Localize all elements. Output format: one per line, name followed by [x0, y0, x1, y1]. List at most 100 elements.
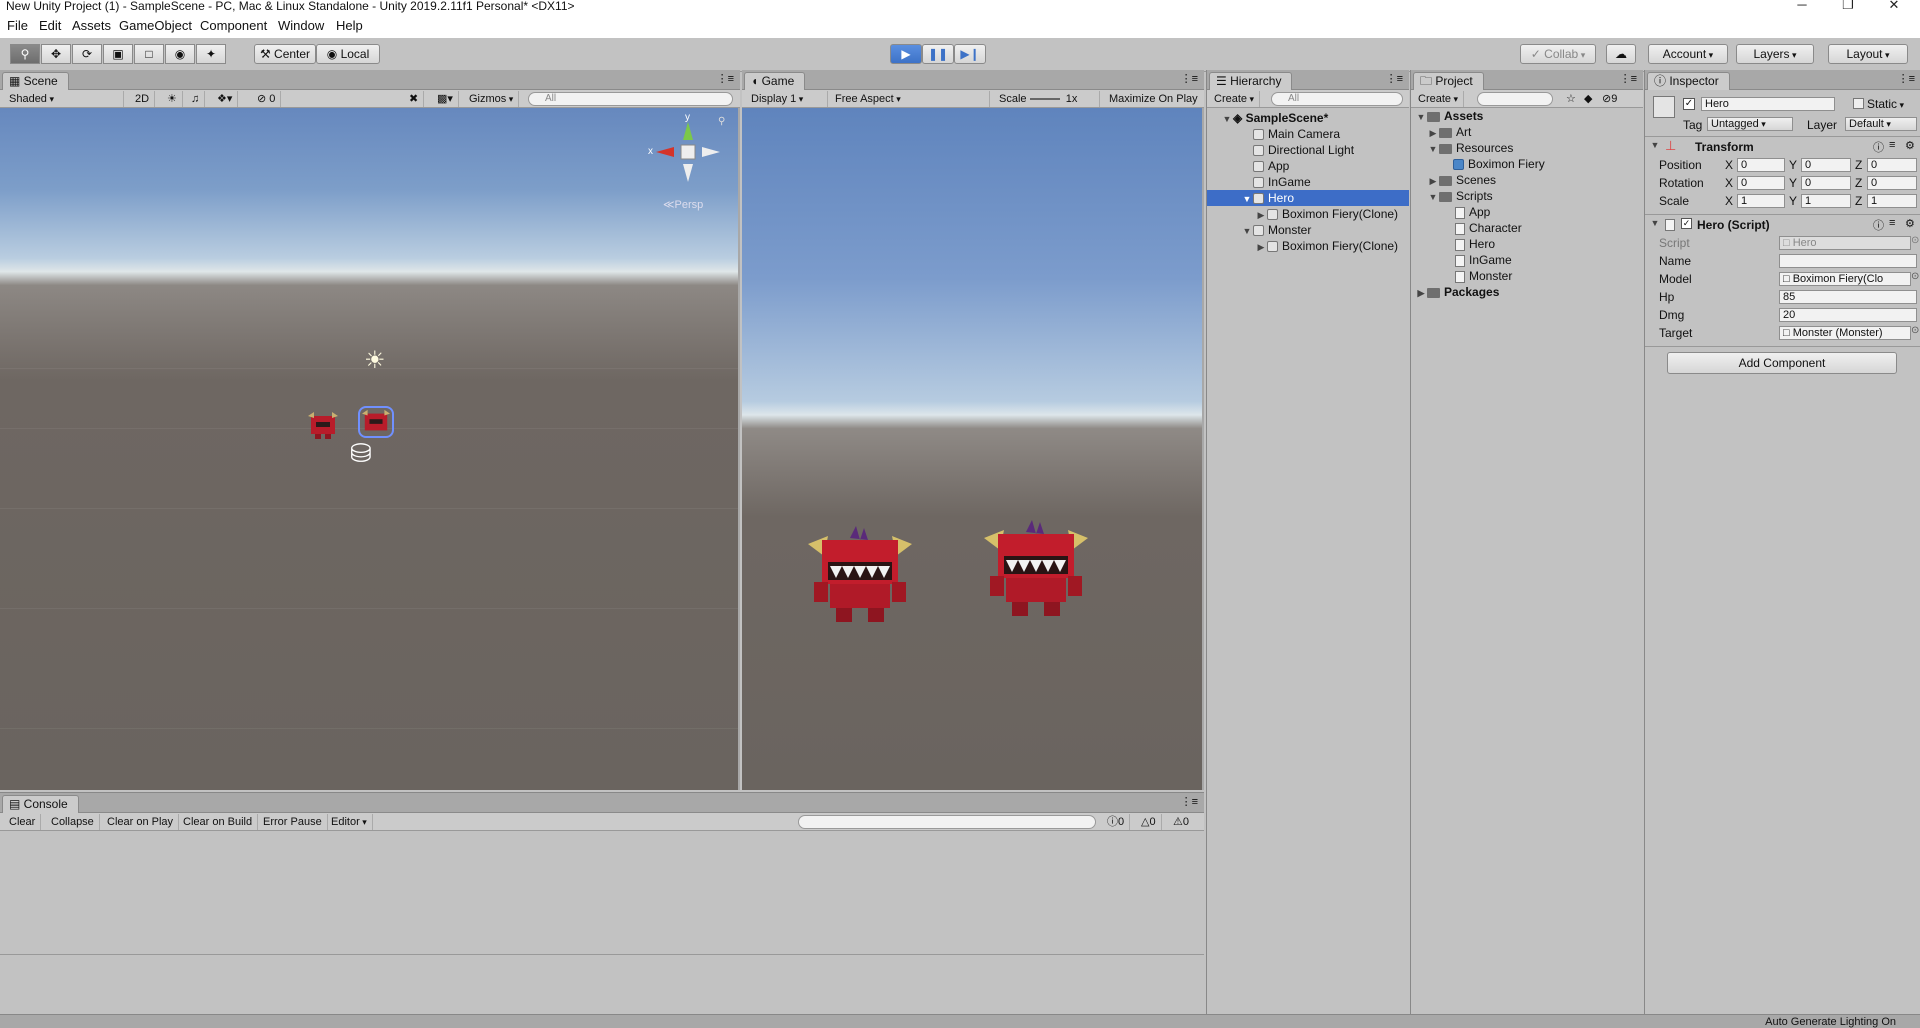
2d-toggle[interactable]: 2D [130, 91, 156, 107]
tab-scene[interactable]: ▦ Scene [2, 72, 69, 90]
tab-game[interactable]: ◖ Game [744, 72, 806, 90]
panel-menu-icon[interactable]: ⋮≡ [1620, 72, 1637, 85]
scale-z-field[interactable]: 1 [1867, 194, 1917, 208]
gear-icon[interactable]: ⚙ [1905, 139, 1915, 152]
move-tool-icon[interactable]: ✥ [41, 44, 71, 64]
list-item[interactable]: Boximon Fiery [1411, 156, 1643, 172]
gear-icon[interactable]: ⚙ [1905, 217, 1915, 230]
hierarchy-search-input[interactable]: All [1271, 92, 1403, 106]
audio-toggle-icon[interactable]: ♫ [186, 91, 206, 107]
monster-scene-object[interactable] [306, 410, 340, 440]
list-item[interactable]: InGame [1207, 174, 1409, 190]
console-search-input[interactable] [798, 815, 1096, 829]
hidden-objects-counter[interactable]: ⊘ 0 [252, 91, 282, 107]
hidden-packages-counter[interactable]: ⊘9 [1597, 91, 1622, 107]
add-component-button[interactable]: Add Component [1667, 352, 1897, 374]
panel-menu-icon[interactable]: ⋮≡ [1386, 72, 1403, 85]
object-name-input[interactable]: Hero [1701, 97, 1835, 111]
account-dropdown[interactable]: Account [1648, 44, 1728, 64]
rotation-z-field[interactable]: 0 [1867, 176, 1917, 190]
panel-menu-icon[interactable]: ⋮≡ [717, 72, 734, 85]
scene-search-input[interactable]: All [528, 92, 733, 106]
pivot-local-toggle[interactable]: ◉ Local [316, 44, 380, 64]
close-button[interactable]: ✕ [1872, 0, 1916, 12]
model-field[interactable]: □ Boximon Fiery(Clo [1779, 272, 1911, 286]
tab-hierarchy[interactable]: ☰ Hierarchy [1209, 72, 1293, 90]
position-x-field[interactable]: 0 [1737, 158, 1785, 172]
panel-menu-icon[interactable]: ⋮≡ [1898, 72, 1915, 85]
list-item[interactable]: InGame [1411, 252, 1643, 268]
hierarchy-create-dropdown[interactable]: Create [1209, 91, 1261, 107]
menu-window[interactable]: Window [278, 18, 324, 33]
cloud-icon[interactable]: ☁ [1606, 44, 1636, 64]
scene-root[interactable]: ▼ ◈ SampleScene* [1207, 110, 1409, 126]
tools-icon[interactable]: ✖ [404, 91, 425, 107]
warning-count-toggle[interactable]: △0 [1136, 814, 1162, 830]
hand-tool-icon[interactable]: ⚲ [10, 44, 40, 64]
console-detail-area[interactable] [0, 957, 1204, 1015]
list-item[interactable]: ▶ Boximon Fiery(Clone) [1207, 206, 1409, 222]
active-checkbox[interactable]: ✓ [1683, 98, 1695, 110]
clear-on-build-button[interactable]: Clear on Build [178, 814, 259, 830]
object-picker-icon[interactable]: ⊙ [1911, 235, 1919, 246]
preset-icon[interactable]: ≡ [1889, 139, 1895, 151]
lighting-toggle-icon[interactable]: ☀ [162, 91, 183, 107]
list-item[interactable]: ▶ Packages [1411, 284, 1643, 300]
lock-icon[interactable]: ⚲ [718, 116, 725, 127]
effects-dropdown-icon[interactable]: ❖▾ [212, 91, 239, 107]
list-item[interactable]: App [1207, 158, 1409, 174]
directional-light-icon[interactable]: ☀ [364, 346, 386, 375]
transform-header[interactable]: ▼ ⊥ Transform ⓘ ≡ ⚙ [1645, 138, 1920, 156]
menu-gameobject[interactable]: GameObject [119, 18, 192, 33]
rotate-tool-icon[interactable]: ⟳ [72, 44, 102, 64]
menu-file[interactable]: File [7, 18, 28, 33]
aspect-dropdown[interactable]: Free Aspect [830, 91, 990, 107]
pause-button[interactable]: ❚❚ [922, 44, 954, 64]
tab-inspector[interactable]: ⓘ Inspector [1647, 72, 1730, 90]
tab-project[interactable]: 🗀 Project [1413, 72, 1484, 90]
list-item[interactable]: ▶ Boximon Fiery(Clone) [1207, 238, 1409, 254]
list-item[interactable]: Directional Light [1207, 142, 1409, 158]
component-enabled-checkbox[interactable]: ✓ [1681, 218, 1692, 229]
console-log-list[interactable] [0, 831, 1204, 955]
scale-slider[interactable]: Scale 1x [994, 91, 1100, 107]
gizmos-dropdown[interactable]: Gizmos [464, 91, 520, 107]
list-item[interactable]: Monster [1411, 268, 1643, 284]
info-count-toggle[interactable]: ⓘ0 [1102, 814, 1131, 830]
menu-help[interactable]: Help [336, 18, 363, 33]
menu-assets[interactable]: Assets [72, 18, 111, 33]
camera-dropdown-icon[interactable]: ▩▾ [432, 91, 459, 107]
rect-tool-icon[interactable]: □ [134, 44, 164, 64]
list-item[interactable]: Character [1411, 220, 1643, 236]
panel-menu-icon[interactable]: ⋮≡ [1181, 795, 1198, 808]
orientation-gizmo[interactable]: y x [648, 112, 724, 188]
error-pause-button[interactable]: Error Pause [258, 814, 328, 830]
clear-on-play-button[interactable]: Clear on Play [102, 814, 180, 830]
display-dropdown[interactable]: Display 1 [746, 91, 828, 107]
layers-dropdown[interactable]: Layers [1736, 44, 1814, 64]
name-field[interactable] [1779, 254, 1917, 268]
scale-tool-icon[interactable]: ▣ [103, 44, 133, 64]
list-item[interactable]: ▼ Assets [1411, 108, 1643, 124]
play-button[interactable]: ▶ [890, 44, 922, 64]
hero-script-header[interactable]: ▼ ✓ Hero (Script) ⓘ ≡ ⚙ [1645, 216, 1920, 234]
editor-dropdown[interactable]: Editor [326, 814, 373, 830]
maximize-on-play-toggle[interactable]: Maximize On Play [1104, 91, 1203, 107]
list-item[interactable]: ▼ Monster [1207, 222, 1409, 238]
list-item[interactable]: ▼ Resources [1411, 140, 1643, 156]
pivot-center-toggle[interactable]: ⚒ Center [254, 44, 316, 64]
list-item[interactable]: Main Camera [1207, 126, 1409, 142]
help-icon[interactable]: ⓘ [1873, 139, 1884, 155]
list-item[interactable]: App [1411, 204, 1643, 220]
project-create-dropdown[interactable]: Create [1413, 91, 1465, 107]
hero-scene-object[interactable] [358, 406, 394, 438]
transform-tool-icon[interactable]: ◉ [165, 44, 195, 64]
layout-dropdown[interactable]: Layout [1828, 44, 1908, 64]
custom-tool-icon[interactable]: ✦ [196, 44, 226, 64]
rotation-x-field[interactable]: 0 [1737, 176, 1785, 190]
object-picker-icon[interactable]: ⊙ [1911, 325, 1919, 336]
filter-type-icon[interactable]: ☆ [1561, 91, 1581, 107]
panel-menu-icon[interactable]: ⋮≡ [1181, 72, 1198, 85]
layer-dropdown[interactable]: Default [1845, 117, 1917, 131]
list-item-selected[interactable]: ▼ Hero [1207, 190, 1409, 206]
